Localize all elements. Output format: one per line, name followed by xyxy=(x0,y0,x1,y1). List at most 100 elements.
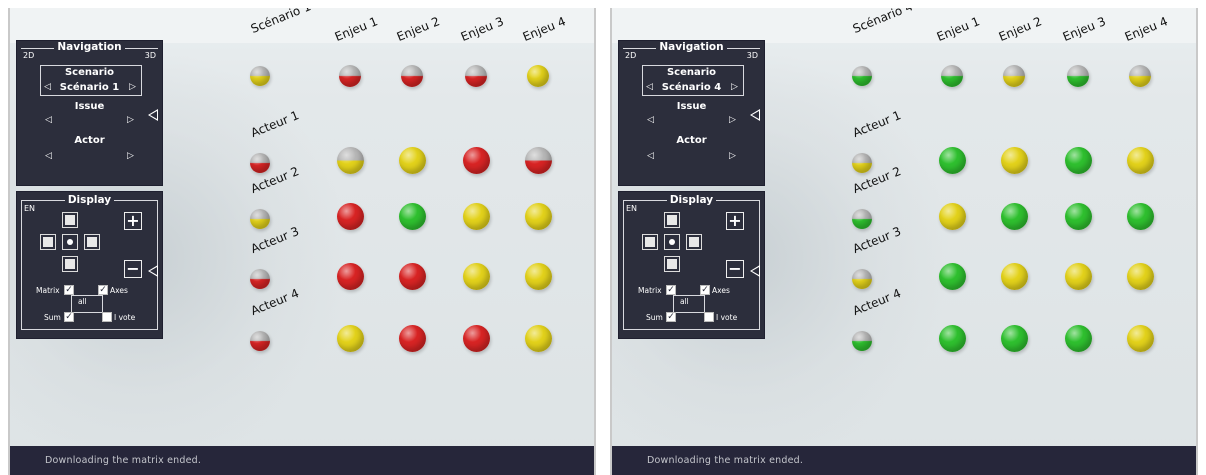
header-ball[interactable] xyxy=(339,65,361,87)
header-ball[interactable] xyxy=(941,65,963,87)
matrix-cell-ball[interactable] xyxy=(938,202,966,230)
header-ball[interactable] xyxy=(1067,65,1089,87)
actor-ball[interactable] xyxy=(852,331,872,351)
navigation-collapse-icon[interactable] xyxy=(750,109,760,121)
actor-ball[interactable] xyxy=(250,269,270,289)
mode-3d-toggle[interactable]: 3D xyxy=(145,51,156,60)
actor-ball[interactable] xyxy=(250,153,270,173)
matrix-cell-ball[interactable] xyxy=(524,202,552,230)
all-toggle[interactable]: all xyxy=(78,297,87,306)
pan-down-button[interactable] xyxy=(62,256,78,272)
matrix-cell-ball[interactable] xyxy=(938,146,966,174)
axes-checkbox[interactable]: ✓ xyxy=(98,285,108,295)
matrix-cell-ball[interactable] xyxy=(524,146,552,174)
scenario-label: Scenario xyxy=(666,67,716,78)
matrix-cell-ball[interactable] xyxy=(398,202,426,230)
matrix-cell-ball[interactable] xyxy=(462,324,490,352)
display-title: Display xyxy=(624,194,759,206)
pan-left-button[interactable] xyxy=(40,234,56,250)
header-ball[interactable] xyxy=(527,65,549,87)
matrix-cell-ball[interactable] xyxy=(524,262,552,290)
actor-ball[interactable] xyxy=(250,209,270,229)
navigation-panel: Navigation 2D 3D Scenario ◁ Scénario 1 ▷… xyxy=(16,40,163,186)
actor-ball[interactable] xyxy=(852,153,872,173)
issue-label: Issue xyxy=(676,101,707,112)
matrix-cell-ball[interactable] xyxy=(1000,324,1028,352)
issue-prev-button[interactable]: ◁ xyxy=(647,115,654,125)
status-bar: Downloading the matrix ended. xyxy=(612,446,1196,475)
issue-next-button[interactable]: ▷ xyxy=(127,115,134,125)
center-view-button[interactable] xyxy=(664,234,680,250)
mode-2d-toggle[interactable]: 2D xyxy=(23,51,34,60)
language-toggle[interactable]: EN xyxy=(24,204,35,213)
matrix-cell-ball[interactable] xyxy=(1126,324,1154,352)
matrix-cell-ball[interactable] xyxy=(462,146,490,174)
matrix-cell-ball[interactable] xyxy=(524,324,552,352)
actor-prev-button[interactable]: ◁ xyxy=(45,151,52,161)
actor-ball[interactable] xyxy=(852,269,872,289)
matrix-cell-ball[interactable] xyxy=(938,324,966,352)
matrix-cell-ball[interactable] xyxy=(398,262,426,290)
pan-right-button[interactable] xyxy=(686,234,702,250)
matrix-checkbox[interactable]: ✓ xyxy=(64,285,74,295)
matrix-cell-ball[interactable] xyxy=(1126,146,1154,174)
matrix-cell-ball[interactable] xyxy=(398,324,426,352)
center-view-button[interactable] xyxy=(62,234,78,250)
header-ball[interactable] xyxy=(250,66,270,86)
mode-3d-toggle[interactable]: 3D xyxy=(747,51,758,60)
matrix-cell-ball[interactable] xyxy=(1064,324,1092,352)
language-toggle[interactable]: EN xyxy=(626,204,637,213)
pan-left-button[interactable] xyxy=(642,234,658,250)
issue-prev-button[interactable]: ◁ xyxy=(45,115,52,125)
zoom-out-button[interactable]: − xyxy=(726,260,744,278)
pan-up-button[interactable] xyxy=(62,212,78,228)
scenario-next-button[interactable]: ▷ xyxy=(731,82,738,92)
actor-ball[interactable] xyxy=(250,331,270,351)
display-collapse-icon[interactable] xyxy=(148,265,158,277)
matrix-checkbox[interactable]: ✓ xyxy=(666,285,676,295)
matrix-cell-ball[interactable] xyxy=(462,202,490,230)
matrix-cell-ball[interactable] xyxy=(1064,202,1092,230)
matrix-cell-ball[interactable] xyxy=(1000,202,1028,230)
header-ball[interactable] xyxy=(465,65,487,87)
matrix-cell-ball[interactable] xyxy=(398,146,426,174)
header-ball[interactable] xyxy=(852,66,872,86)
matrix-cell-ball[interactable] xyxy=(1126,202,1154,230)
matrix-cell-ball[interactable] xyxy=(938,262,966,290)
mode-2d-toggle[interactable]: 2D xyxy=(625,51,636,60)
actor-next-button[interactable]: ▷ xyxy=(127,151,134,161)
matrix-cell-ball[interactable] xyxy=(1000,262,1028,290)
pan-up-button[interactable] xyxy=(664,212,680,228)
ivote-label: I vote xyxy=(716,313,738,322)
header-ball[interactable] xyxy=(1129,65,1151,87)
ivote-checkbox[interactable] xyxy=(102,312,112,322)
display-collapse-icon[interactable] xyxy=(750,265,760,277)
zoom-out-button[interactable]: − xyxy=(124,260,142,278)
navigation-collapse-icon[interactable] xyxy=(148,109,158,121)
matrix-cell-ball[interactable] xyxy=(1064,262,1092,290)
matrix-cell-ball[interactable] xyxy=(336,146,364,174)
matrix-cell-ball[interactable] xyxy=(336,202,364,230)
all-toggle[interactable]: all xyxy=(680,297,689,306)
matrix-cell-ball[interactable] xyxy=(1064,146,1092,174)
scenario-next-button[interactable]: ▷ xyxy=(129,82,136,92)
sum-checkbox[interactable]: ✓ xyxy=(64,312,74,322)
matrix-cell-ball[interactable] xyxy=(336,324,364,352)
zoom-in-button[interactable]: + xyxy=(726,212,744,230)
axes-checkbox[interactable]: ✓ xyxy=(700,285,710,295)
actor-prev-button[interactable]: ◁ xyxy=(647,151,654,161)
actor-next-button[interactable]: ▷ xyxy=(729,151,736,161)
header-ball[interactable] xyxy=(1003,65,1025,87)
zoom-in-button[interactable]: + xyxy=(124,212,142,230)
pan-right-button[interactable] xyxy=(84,234,100,250)
ivote-checkbox[interactable] xyxy=(704,312,714,322)
pan-down-button[interactable] xyxy=(664,256,680,272)
actor-ball[interactable] xyxy=(852,209,872,229)
header-ball[interactable] xyxy=(401,65,423,87)
matrix-cell-ball[interactable] xyxy=(336,262,364,290)
matrix-cell-ball[interactable] xyxy=(1126,262,1154,290)
matrix-cell-ball[interactable] xyxy=(1000,146,1028,174)
issue-next-button[interactable]: ▷ xyxy=(729,115,736,125)
matrix-cell-ball[interactable] xyxy=(462,262,490,290)
sum-checkbox[interactable]: ✓ xyxy=(666,312,676,322)
